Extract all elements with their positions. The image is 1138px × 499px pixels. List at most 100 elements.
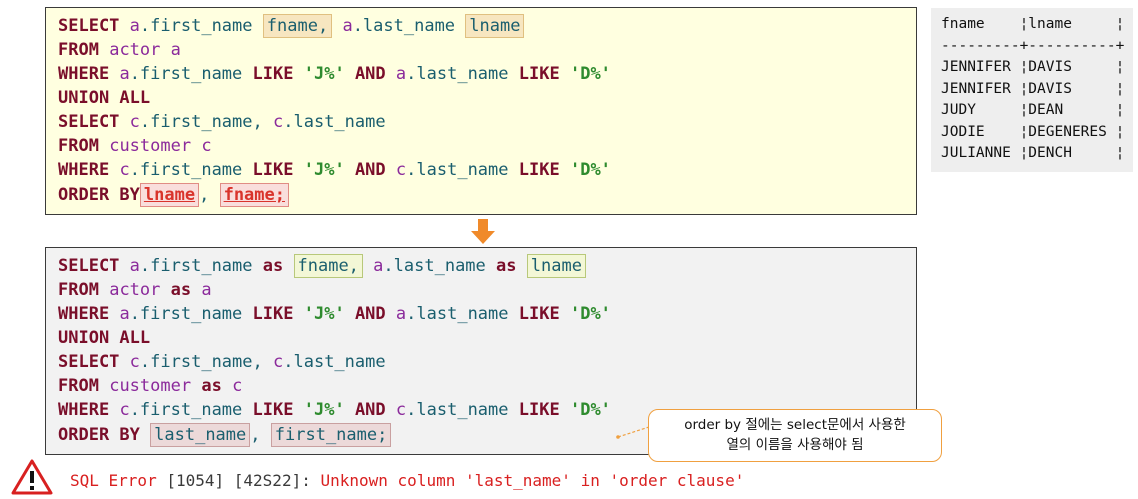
alias-ref: a xyxy=(129,256,140,276)
order-by-last-name: last_name xyxy=(150,423,251,447)
keyword: AND xyxy=(354,304,386,324)
column: .last_name xyxy=(406,160,509,180)
alias-ref: a xyxy=(395,64,407,84)
code-line: WHERE c.first_name LIKE 'J%' AND c.last_… xyxy=(58,158,611,182)
keyword: LIKE xyxy=(252,160,294,180)
column: .first_name xyxy=(139,16,253,36)
alias-ref: c xyxy=(395,400,407,420)
column: .last_name xyxy=(283,112,386,132)
keyword: SELECT xyxy=(58,16,120,36)
original-query-box: SELECT a.first_name fname, a.last_name l… xyxy=(45,7,917,215)
keyword: LIKE xyxy=(518,304,560,324)
callout-line-1: order by 절에는 select문에서 사용한 xyxy=(684,417,906,433)
keyword: SELECT xyxy=(58,352,120,372)
callout-pointer xyxy=(616,426,650,439)
order-by-first-name: first_name; xyxy=(270,423,392,447)
keyword: WHERE xyxy=(58,160,110,180)
keyword: FROM xyxy=(58,40,99,60)
alias-ref: c xyxy=(129,112,140,132)
keyword: LIKE xyxy=(252,304,294,324)
code-line: SELECT c.first_name, c.last_name xyxy=(58,350,386,374)
keyword: LIKE xyxy=(518,64,560,84)
keyword: FROM xyxy=(58,376,99,396)
table-alias: a xyxy=(201,280,212,300)
alias-ref: c xyxy=(273,112,284,132)
keyword: AND xyxy=(354,400,386,420)
table-name: customer xyxy=(109,376,192,396)
keyword: FROM xyxy=(58,280,99,300)
keyword: LIKE xyxy=(252,64,294,84)
column: .last_name xyxy=(406,304,509,324)
column-alias-lname: lname xyxy=(526,254,586,278)
alias-ref: a xyxy=(119,64,130,84)
keyword: SELECT xyxy=(58,256,120,276)
string-literal: 'D%' xyxy=(569,400,611,420)
keyword: ORDER BY xyxy=(58,425,140,445)
alias-ref: a xyxy=(395,304,407,324)
comma: , xyxy=(199,185,210,205)
string-literal: 'D%' xyxy=(569,304,611,324)
column: .last_name xyxy=(406,64,509,84)
comma: , xyxy=(250,425,261,445)
code-line: SELECT c.first_name, c.last_name xyxy=(58,110,386,134)
code-line: WHERE c.first_name LIKE 'J%' AND c.last_… xyxy=(58,398,611,422)
code-line: SELECT a.first_name fname, a.last_name l… xyxy=(58,14,525,38)
column-alias-fname: fname, xyxy=(293,254,363,278)
table-alias: c xyxy=(232,376,243,396)
keyword: UNION ALL xyxy=(58,88,151,108)
alias-ref: a xyxy=(119,304,130,324)
column: .first_name, xyxy=(139,352,263,372)
code-line: ORDER BY lname, fname; xyxy=(58,183,289,207)
result-table-text: fname ¦lname ¦ ---------+----------+ JEN… xyxy=(941,16,1125,161)
alias-ref: a xyxy=(129,16,140,36)
alias-ref: a xyxy=(342,16,353,36)
error-message: SQL Error [1054] [42S22]: Unknown column… xyxy=(70,470,744,492)
order-by-lname: lname xyxy=(139,183,200,207)
keyword: WHERE xyxy=(58,64,110,84)
code-line: UNION ALL xyxy=(58,86,150,110)
alias-ref: c xyxy=(273,352,284,372)
alias-ref: a xyxy=(373,256,384,276)
column: .first_name, xyxy=(139,112,263,132)
order-by-fname: fname; xyxy=(219,183,289,207)
string-literal: 'D%' xyxy=(569,64,611,84)
error-code: [1054] [42S22]: xyxy=(166,471,311,490)
note-callout: order by 절에는 select문에서 사용한 열의 이름을 사용해야 됨 xyxy=(648,409,942,462)
table-name: actor xyxy=(109,280,161,300)
code-line: WHERE a.first_name LIKE 'J%' AND a.last_… xyxy=(58,62,611,86)
string-literal: 'J%' xyxy=(303,160,345,180)
keyword: LIKE xyxy=(252,400,294,420)
code-line: ORDER BY last_name, first_name; xyxy=(58,423,392,447)
keyword: AND xyxy=(354,64,386,84)
column-alias-lname: lname xyxy=(465,14,525,38)
column: .last_name xyxy=(352,16,456,36)
keyword: LIKE xyxy=(518,400,560,420)
column-alias-fname: fname, xyxy=(262,14,333,38)
keyword: SELECT xyxy=(58,112,120,132)
alias-ref: c xyxy=(119,400,130,420)
column: .last_name xyxy=(406,400,509,420)
code-line: UNION ALL xyxy=(58,326,150,350)
keyword: as xyxy=(201,376,222,396)
code-line: FROM actor a xyxy=(58,38,181,62)
string-literal: 'J%' xyxy=(303,400,345,420)
column: .first_name xyxy=(129,400,243,420)
error-prefix: SQL Error xyxy=(70,471,157,490)
keyword: as xyxy=(170,280,192,300)
keyword: UNION ALL xyxy=(58,328,151,348)
code-line: WHERE a.first_name LIKE 'J%' AND a.last_… xyxy=(58,302,611,326)
string-literal: 'J%' xyxy=(303,64,345,84)
column: .first_name xyxy=(129,160,243,180)
column: .first_name xyxy=(139,256,253,276)
column: .last_name xyxy=(283,352,386,372)
keyword: as xyxy=(262,256,284,276)
code-line: FROM customer as c xyxy=(58,374,242,398)
keyword: WHERE xyxy=(58,304,110,324)
alias-ref: c xyxy=(129,352,140,372)
keyword: AND xyxy=(354,160,386,180)
table-name: customer c xyxy=(109,136,212,156)
error-text: Unknown column 'last_name' in 'order cla… xyxy=(320,471,745,490)
keyword: as xyxy=(496,256,517,276)
keyword: LIKE xyxy=(518,160,560,180)
column: .first_name xyxy=(129,304,243,324)
